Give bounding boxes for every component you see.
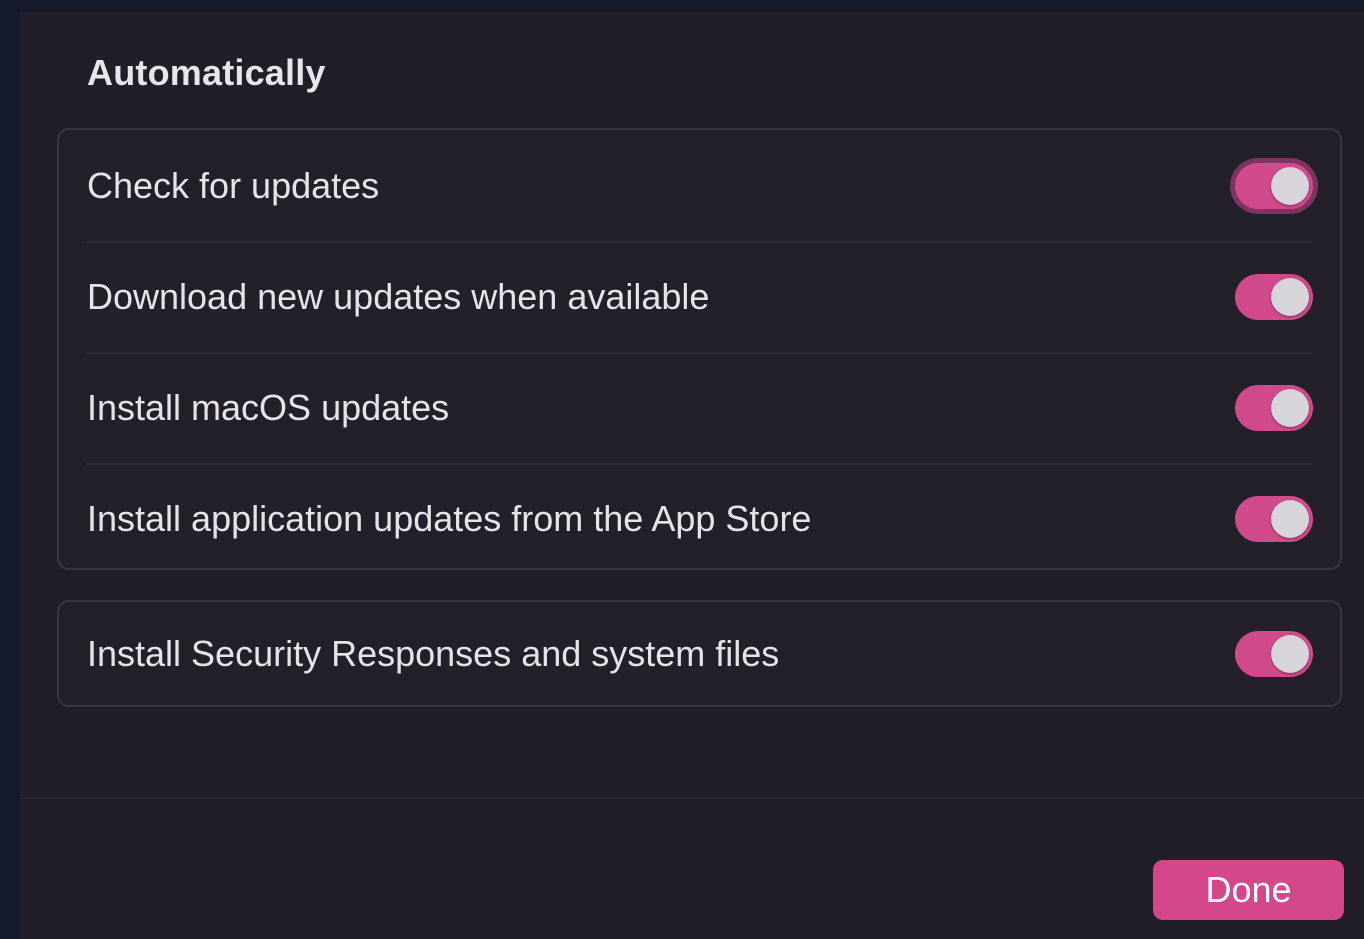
footer-divider (20, 797, 1364, 799)
install-macos-updates-row: Install macOS updates (59, 352, 1340, 463)
check-for-updates-row: Check for updates (59, 130, 1340, 241)
toggle-knob (1271, 388, 1309, 427)
install-app-store-updates-row: Install application updates from the App… (59, 463, 1340, 574)
check-for-updates-toggle[interactable] (1235, 162, 1313, 209)
check-for-updates-label: Check for updates (87, 164, 380, 206)
toggle-knob (1271, 499, 1309, 538)
section-title: Automatically (87, 52, 326, 93)
download-updates-row: Download new updates when available (59, 241, 1340, 352)
download-updates-label: Download new updates when available (87, 275, 710, 317)
security-responses-row: Install Security Responses and system fi… (59, 602, 1340, 705)
security-options-group: Install Security Responses and system fi… (57, 600, 1342, 707)
install-macos-updates-label: Install macOS updates (87, 386, 450, 428)
install-app-store-updates-toggle[interactable] (1235, 495, 1313, 542)
toggle-knob (1271, 634, 1309, 673)
done-button[interactable]: Done (1153, 860, 1344, 920)
security-responses-label: Install Security Responses and system fi… (87, 632, 780, 674)
install-app-store-updates-label: Install application updates from the App… (87, 497, 812, 539)
download-updates-toggle[interactable] (1235, 273, 1313, 320)
toggle-knob (1271, 277, 1309, 316)
security-responses-toggle[interactable] (1235, 630, 1313, 677)
install-macos-updates-toggle[interactable] (1235, 384, 1313, 431)
toggle-knob (1271, 166, 1309, 205)
update-options-sheet: Automatically Check for updates Download… (20, 12, 1364, 939)
automatic-options-group: Check for updates Download new updates w… (57, 128, 1342, 570)
